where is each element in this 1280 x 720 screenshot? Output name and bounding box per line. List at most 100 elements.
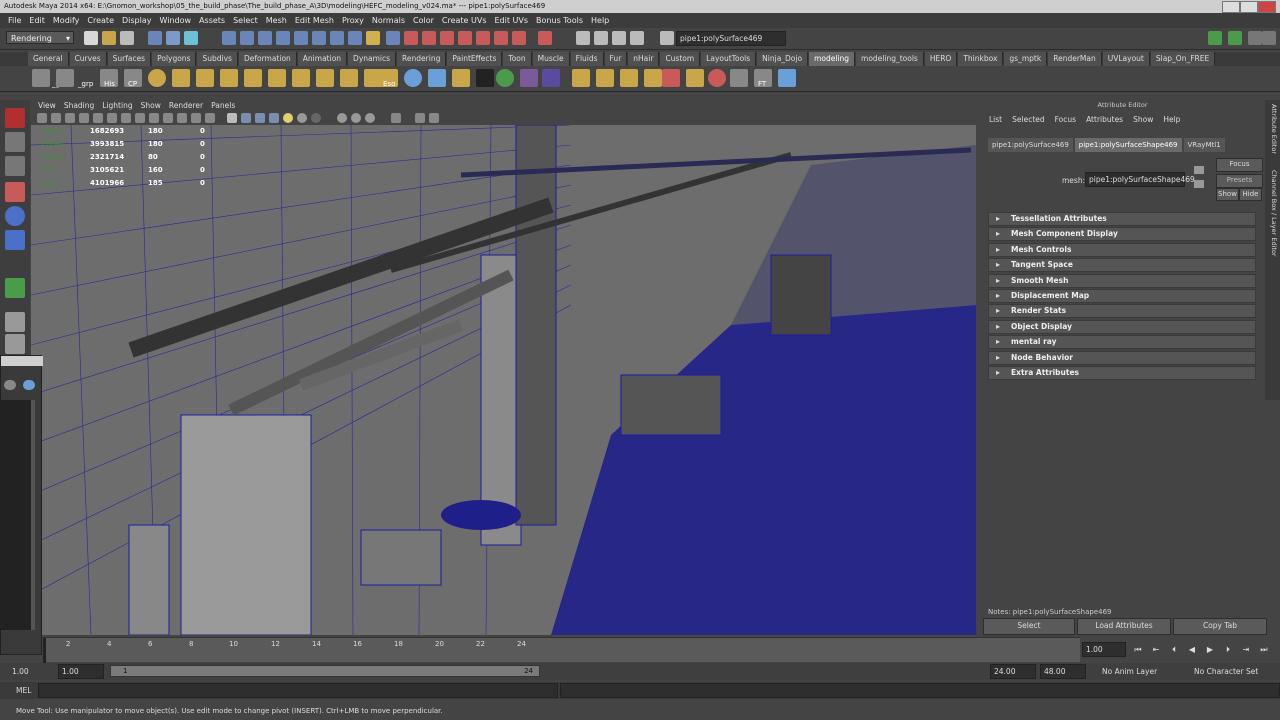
shelf-tab-custom[interactable]: Custom bbox=[660, 52, 701, 66]
history-icon[interactable] bbox=[386, 31, 400, 45]
shelf-delete-icon[interactable] bbox=[708, 69, 726, 87]
menu-mesh[interactable]: Mesh bbox=[262, 16, 291, 25]
select-hierarchy-icon[interactable] bbox=[148, 31, 162, 45]
section-mental-ray[interactable]: mental ray bbox=[988, 335, 1256, 350]
step-forward-key-icon[interactable]: ⇥ bbox=[1240, 645, 1252, 655]
shelf-tab-toon[interactable]: Toon bbox=[503, 52, 532, 66]
menu-assets[interactable]: Assets bbox=[195, 16, 229, 25]
shelf-bevel-icon[interactable] bbox=[268, 69, 286, 87]
shelf-tab-gs-mptk[interactable]: gs_mptk bbox=[1004, 52, 1048, 66]
select-object-icon[interactable] bbox=[166, 31, 180, 45]
shelf-cylinder-icon[interactable] bbox=[196, 69, 214, 87]
camera-select-icon[interactable] bbox=[37, 113, 47, 123]
go-to-output-icon[interactable] bbox=[1194, 180, 1204, 188]
shelf-tab-ninja-dojo[interactable]: Ninja_Dojo bbox=[757, 52, 809, 66]
menu-proxy[interactable]: Proxy bbox=[338, 16, 368, 25]
shelf-tab-muscle[interactable]: Muscle bbox=[532, 52, 570, 66]
hud-icon[interactable] bbox=[191, 113, 201, 123]
minimize-button[interactable] bbox=[1222, 1, 1240, 13]
smooth-shade-icon[interactable] bbox=[241, 113, 251, 123]
snap-curve-icon[interactable] bbox=[240, 31, 254, 45]
section-mesh-component-display[interactable]: Mesh Component Display bbox=[988, 227, 1256, 242]
film-gate-icon[interactable] bbox=[107, 113, 117, 123]
shelf-tab-modeling[interactable]: modeling bbox=[809, 52, 856, 66]
viewport-menu-lighting[interactable]: Lighting bbox=[99, 100, 135, 111]
floating-render-window[interactable] bbox=[0, 355, 43, 655]
shelf-combine-icon[interactable] bbox=[452, 69, 470, 87]
go-to-end-icon[interactable]: ⏭ bbox=[1258, 645, 1270, 655]
antialias-icon[interactable] bbox=[351, 113, 361, 123]
ipr-render-icon[interactable] bbox=[422, 31, 436, 45]
shelf-face-icon[interactable] bbox=[520, 69, 538, 87]
xray-icon[interactable] bbox=[205, 113, 215, 123]
lights-icon[interactable] bbox=[283, 113, 293, 123]
ao-icon[interactable] bbox=[311, 113, 321, 123]
shelf-tab-modeling-tools[interactable]: modeling_tools bbox=[856, 52, 924, 66]
isolate-icon[interactable] bbox=[391, 113, 401, 123]
playback-end-field[interactable]: 24.00 bbox=[990, 664, 1036, 679]
wireframe-on-shaded-icon[interactable] bbox=[255, 113, 265, 123]
focus-button[interactable]: Focus bbox=[1216, 158, 1263, 172]
anim-start-value[interactable]: 1.00 bbox=[12, 667, 29, 676]
shelf-tab-deformation[interactable]: Deformation bbox=[238, 52, 297, 66]
snap-point-icon[interactable] bbox=[258, 31, 272, 45]
shelf-tab-curves[interactable]: Curves bbox=[69, 52, 107, 66]
section-mesh-controls[interactable]: Mesh Controls bbox=[988, 242, 1256, 257]
snap-grid-icon[interactable] bbox=[222, 31, 236, 45]
menu-create[interactable]: Create bbox=[83, 16, 118, 25]
section-tessellation[interactable]: Tessellation Attributes bbox=[988, 212, 1256, 226]
shelf-mesh-icon[interactable] bbox=[730, 69, 748, 87]
tool-settings-toggle-icon[interactable] bbox=[1248, 31, 1262, 45]
open-scene-icon[interactable] bbox=[102, 31, 116, 45]
channel-box-toggle-icon[interactable] bbox=[1262, 31, 1276, 45]
lock-icon[interactable] bbox=[366, 31, 380, 45]
select-component-icon[interactable] bbox=[184, 31, 198, 45]
shelf-tab-surfaces[interactable]: Surfaces bbox=[107, 52, 152, 66]
shelf-tab-painteffects[interactable]: PaintEffects bbox=[447, 52, 503, 66]
section-extra-attributes[interactable]: Extra Attributes bbox=[988, 365, 1256, 380]
attribute-editor-toggle-icon[interactable] bbox=[1228, 31, 1242, 45]
xray-active-icon[interactable] bbox=[429, 113, 439, 123]
shelf-gradient-icon[interactable] bbox=[542, 69, 560, 87]
menu-create-uvs[interactable]: Create UVs bbox=[438, 16, 491, 25]
select-by-name-field[interactable]: pipe1:polySurface469 bbox=[676, 31, 786, 46]
hypershade-icon[interactable] bbox=[458, 31, 472, 45]
section-object-display[interactable]: Object Display bbox=[988, 319, 1256, 334]
menu-edit-uvs[interactable]: Edit UVs bbox=[491, 16, 533, 25]
shelf-tab-animation[interactable]: Animation bbox=[297, 52, 348, 66]
maximize-button[interactable] bbox=[1240, 1, 1258, 13]
presets-button[interactable]: Presets bbox=[1216, 174, 1263, 188]
mel-input[interactable] bbox=[38, 683, 558, 698]
input-line-icon[interactable] bbox=[594, 31, 608, 45]
go-to-start-icon[interactable]: ⏮ bbox=[1132, 645, 1144, 655]
menu-color[interactable]: Color bbox=[409, 16, 438, 25]
move-tool-icon[interactable] bbox=[5, 182, 25, 202]
viewport-menu-panels[interactable]: Panels bbox=[208, 100, 238, 111]
camera-icon[interactable] bbox=[4, 380, 16, 390]
shelf-mirror-icon[interactable] bbox=[496, 69, 514, 87]
save-scene-icon[interactable] bbox=[120, 31, 134, 45]
render-settings-icon[interactable] bbox=[440, 31, 454, 45]
menu-edit[interactable]: Edit bbox=[25, 16, 49, 25]
shelf-tab-rendering[interactable]: Rendering bbox=[397, 52, 447, 66]
play-backwards-icon[interactable]: ◀ bbox=[1186, 645, 1198, 655]
shelf-tab-general[interactable]: General bbox=[28, 52, 69, 66]
shelf-tab-polygons[interactable]: Polygons bbox=[152, 52, 197, 66]
shelf-plane-icon[interactable] bbox=[220, 69, 238, 87]
play-forwards-icon[interactable]: ▶ bbox=[1204, 645, 1216, 655]
shelf-extrude-icon[interactable] bbox=[244, 69, 262, 87]
load-attributes-button[interactable]: Load Attributes bbox=[1077, 618, 1171, 635]
render-layer-icon[interactable] bbox=[512, 31, 526, 45]
menu-help[interactable]: Help bbox=[587, 16, 613, 25]
motion-blur-icon[interactable] bbox=[337, 113, 347, 123]
shelf-uv-2-icon[interactable] bbox=[596, 69, 614, 87]
select-tool-icon[interactable] bbox=[5, 108, 25, 128]
batch-render-icon[interactable] bbox=[494, 31, 508, 45]
go-to-input-icon[interactable] bbox=[1194, 166, 1204, 174]
shelf-tab-slap-on-free[interactable]: Slap_On_FREE bbox=[1150, 52, 1216, 66]
attr-tab-transform[interactable]: pipe1:polySurface469 bbox=[988, 138, 1073, 152]
floating-window-titlebar[interactable] bbox=[1, 356, 43, 366]
layout-single-icon[interactable] bbox=[5, 312, 25, 332]
section-smooth-mesh[interactable]: Smooth Mesh bbox=[988, 273, 1256, 288]
render-view-icon[interactable] bbox=[476, 31, 490, 45]
